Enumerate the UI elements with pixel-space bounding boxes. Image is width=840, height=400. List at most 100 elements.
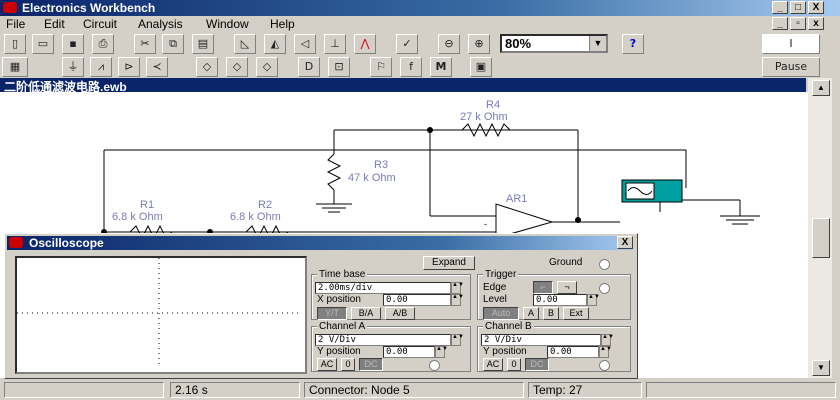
oscilloscope-close-button[interactable]: X [617, 236, 633, 249]
ground-label: Ground [549, 257, 583, 268]
graph-icon[interactable]: ⋀ [354, 34, 376, 54]
doc-restore-button[interactable]: ▫ [790, 17, 806, 30]
r4-label: R4 [486, 99, 500, 111]
zoom-in-icon[interactable]: ⊕ [468, 34, 490, 54]
parts-bin-mixed-ic-icon[interactable]: ◇ [226, 57, 248, 77]
parts-bin-indicators-icon[interactable]: ⚐ [370, 57, 392, 77]
parts-bin-transistors-icon[interactable]: ≺ [146, 57, 168, 77]
mode-ab-button[interactable]: A/B [385, 307, 415, 320]
zoom-out-icon[interactable]: ⊖ [438, 34, 460, 54]
parts-bin-digital-ic-icon[interactable]: ◇ [256, 57, 278, 77]
channel-b-ypos-field[interactable]: 0.00 [547, 346, 599, 358]
status-temp: Temp: 27 [528, 382, 642, 398]
timebase-label: Time base [317, 269, 368, 280]
parts-bin-logic-gates-icon[interactable]: D [298, 57, 320, 77]
status-empty-pane [4, 382, 164, 398]
close-button[interactable]: X [808, 1, 824, 14]
pause-button[interactable]: Pause [762, 57, 820, 77]
print-icon[interactable]: ⎙ [92, 34, 114, 54]
scroll-up-icon[interactable]: ▲ [812, 80, 830, 96]
parts-bin-basic-icon[interactable]: ⩘ [90, 57, 112, 77]
zoom-select[interactable]: 80% ▼ [500, 34, 608, 53]
oscilloscope-titlebar: Oscilloscope X [7, 236, 633, 250]
trigger-a-button[interactable]: A [523, 307, 539, 320]
menu-window[interactable]: Window [206, 16, 249, 32]
flip-vertical-icon[interactable]: ◁ [294, 34, 316, 54]
subcircuit-icon[interactable]: ⊥ [324, 34, 346, 54]
channel-b-ypos-label: Y position [483, 346, 527, 357]
channel-b-ypos-spinner[interactable]: ▲▼ [599, 346, 612, 358]
parts-bin-instruments-icon[interactable]: ▣ [470, 57, 492, 77]
help-button[interactable]: ? [622, 34, 644, 54]
timebase-spinner[interactable]: ▲▼ [451, 282, 464, 294]
parts-bin-misc-icon[interactable]: M [430, 57, 452, 77]
channel-a-scale-spinner[interactable]: ▲▼ [451, 334, 464, 346]
channel-a-zero-button[interactable]: 0 [341, 358, 355, 371]
channel-a-scale-field[interactable]: 2 V/Div [315, 334, 451, 346]
edge-label: Edge [483, 282, 507, 293]
component-properties-icon[interactable]: ✓ [396, 34, 418, 54]
scroll-down-icon[interactable]: ▼ [812, 360, 830, 376]
channel-a-terminal[interactable] [429, 360, 440, 371]
parts-bin-digital-icon[interactable]: ⊡ [328, 57, 350, 77]
doc-minimize-button[interactable]: _ [772, 17, 788, 30]
copy-icon[interactable]: ⧉ [162, 34, 184, 54]
parts-bin-favorites-icon[interactable]: ▦ [2, 57, 28, 77]
new-file-icon[interactable]: ▯ [4, 34, 26, 54]
channel-b-label: Channel B [483, 321, 534, 332]
expand-button[interactable]: Expand [423, 256, 475, 270]
cut-icon[interactable]: ✂ [134, 34, 156, 54]
minimize-button[interactable]: _ [772, 1, 788, 14]
channel-a-ypos-field[interactable]: 0.00 [383, 346, 435, 358]
level-field[interactable]: 0.00 [533, 294, 587, 306]
timebase-field[interactable]: 2.00ms/div [315, 282, 451, 294]
trigger-auto-button[interactable]: Auto [483, 307, 519, 320]
channel-a-ac-button[interactable]: AC [317, 358, 337, 371]
channel-b-dc-button[interactable]: DC [525, 358, 549, 371]
channel-b-scale-spinner[interactable]: ▲▼ [601, 334, 614, 346]
xpos-spinner[interactable]: ▲▼ [451, 294, 464, 306]
channel-b-ac-button[interactable]: AC [483, 358, 503, 371]
menu-circuit[interactable]: Circuit [83, 16, 117, 32]
xpos-field[interactable]: 0.00 [383, 294, 451, 306]
level-spinner[interactable]: ▲▼ [587, 294, 600, 306]
doc-close-button[interactable]: x [808, 17, 824, 30]
ground-terminal[interactable] [599, 259, 610, 270]
parts-bin-sources-icon[interactable]: ⏚ [62, 57, 84, 77]
r4-value: 27 k Ohm [460, 111, 508, 123]
flip-horizontal-icon[interactable]: ◭ [264, 34, 286, 54]
menu-file[interactable]: File [6, 16, 25, 32]
channel-b-scale-field[interactable]: 2 V/Div [481, 334, 601, 346]
app-logo-icon [3, 2, 17, 13]
save-icon[interactable]: ▪ [62, 34, 84, 54]
menu-analysis[interactable]: Analysis [138, 16, 183, 32]
r3-value: 47 k Ohm [348, 172, 396, 184]
menu-edit[interactable]: Edit [44, 16, 65, 32]
mode-ba-button[interactable]: B/A [351, 307, 381, 320]
trigger-terminal[interactable] [599, 283, 610, 294]
channel-a-ypos-spinner[interactable]: ▲▼ [435, 346, 448, 358]
open-file-icon[interactable]: ▭ [32, 34, 54, 54]
channel-a-dc-button[interactable]: DC [359, 358, 383, 371]
trigger-ext-button[interactable]: Ext [563, 307, 589, 320]
power-switch[interactable]: I [762, 34, 820, 54]
maximize-button[interactable]: □ [790, 1, 806, 14]
parts-bin-analog-ic-icon[interactable]: ◇ [196, 57, 218, 77]
paste-icon[interactable]: ▤ [192, 34, 214, 54]
vertical-scrollbar[interactable]: ▲ ▼ [808, 78, 832, 378]
chevron-down-icon[interactable]: ▼ [589, 36, 606, 51]
power-switch-label: I [789, 37, 793, 50]
channel-b-terminal[interactable] [599, 360, 610, 371]
parts-bin-controls-icon[interactable]: f [400, 57, 422, 77]
scroll-thumb[interactable] [812, 218, 830, 258]
edge-falling-button[interactable]: ¬ [557, 281, 577, 294]
channel-b-zero-button[interactable]: 0 [507, 358, 521, 371]
trigger-b-button[interactable]: B [543, 307, 559, 320]
rotate-icon[interactable]: ◺ [234, 34, 256, 54]
edge-rising-button[interactable]: ⌐ [533, 281, 553, 294]
menu-help[interactable]: Help [270, 16, 295, 32]
oscilloscope-logo-icon [9, 237, 23, 248]
xpos-label: X position [317, 294, 361, 305]
parts-bin-diodes-icon[interactable]: ⊳ [118, 57, 140, 77]
mode-yt-button[interactable]: Y/T [317, 307, 347, 320]
